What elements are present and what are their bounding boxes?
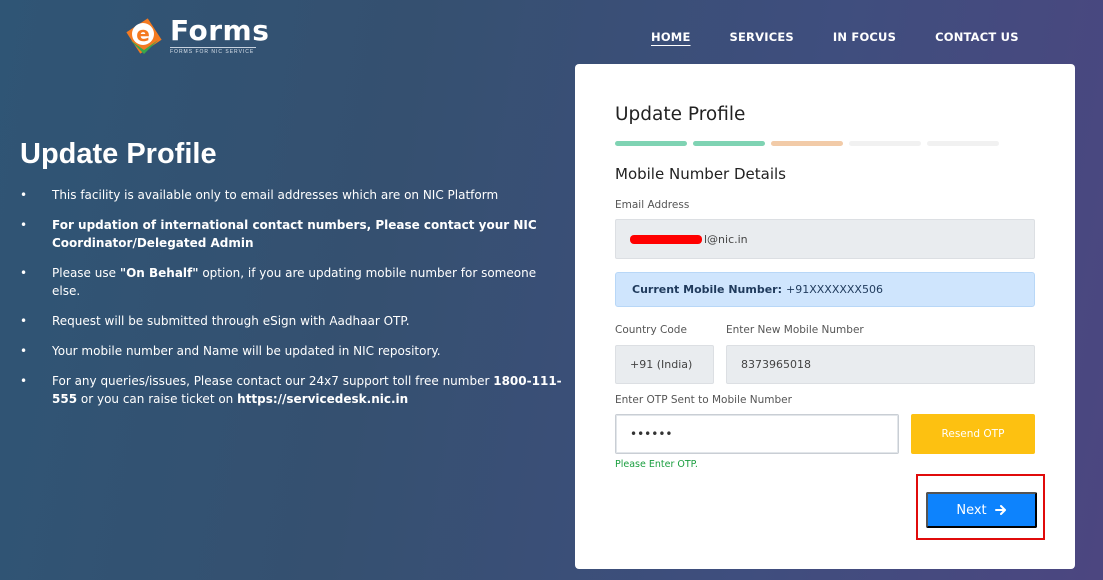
redaction-mark: [630, 234, 702, 244]
info-item: For any queries/issues, Please contact o…: [20, 372, 565, 408]
step-progress: [615, 141, 1005, 146]
info-list: This facility is available only to email…: [20, 186, 565, 420]
new-mobile-label: Enter New Mobile Number: [726, 324, 864, 336]
eforms-logo[interactable]: e Forms FORMS FOR NIC SERVICE: [122, 14, 269, 58]
info-title: Update Profile: [20, 138, 217, 170]
nav-contact-us[interactable]: CONTACT US: [935, 30, 1019, 44]
email-label: Email Address: [615, 199, 690, 211]
current-mobile-label: Current Mobile Number:: [632, 283, 782, 296]
email-value: l@nic.in: [704, 232, 748, 246]
nav-services[interactable]: SERVICES: [730, 30, 794, 44]
country-code-field: +91 (India): [615, 345, 714, 384]
otp-hint: Please Enter OTP.: [615, 459, 698, 470]
nav-home[interactable]: HOME: [651, 30, 691, 44]
progress-step: [927, 141, 999, 146]
current-mobile-value: +91XXXXXXX506: [786, 283, 883, 296]
otp-label: Enter OTP Sent to Mobile Number: [615, 394, 792, 406]
country-code-label: Country Code: [615, 324, 687, 336]
email-field: l@nic.in: [615, 219, 1035, 259]
brand-subtitle: FORMS FOR NIC SERVICE: [170, 47, 256, 55]
arrow-right-icon: [994, 505, 1006, 515]
next-highlight-box: Next: [916, 474, 1045, 540]
main-nav: HOME SERVICES IN FOCUS CONTACT US: [651, 30, 1058, 44]
update-profile-card: Update Profile Mobile Number Details Ema…: [575, 64, 1075, 569]
info-item: Your mobile number and Name will be upda…: [20, 342, 565, 360]
otp-input[interactable]: ••••••: [615, 414, 899, 454]
eforms-logo-icon: e: [122, 14, 166, 58]
progress-step: [693, 141, 765, 146]
resend-otp-button[interactable]: Resend OTP: [911, 414, 1035, 454]
progress-step: [615, 141, 687, 146]
progress-step: [771, 141, 843, 146]
progress-step: [849, 141, 921, 146]
next-label: Next: [956, 502, 987, 518]
info-item: For updation of international contact nu…: [20, 216, 565, 252]
card-title: Update Profile: [615, 104, 746, 125]
info-item: Request will be submitted through eSign …: [20, 312, 565, 330]
section-title: Mobile Number Details: [615, 165, 786, 183]
info-item: Please use "On Behalf" option, if you ar…: [20, 264, 565, 300]
current-mobile-info: Current Mobile Number: +91XXXXXXX506: [615, 272, 1035, 307]
next-button[interactable]: Next: [926, 492, 1037, 528]
servicedesk-link[interactable]: https://servicedesk.nic.in: [237, 392, 408, 406]
nav-in-focus[interactable]: IN FOCUS: [833, 30, 896, 44]
new-mobile-field: 8373965018: [726, 345, 1035, 384]
logo-letter: e: [136, 22, 150, 46]
info-item: This facility is available only to email…: [20, 186, 565, 204]
brand-title: Forms: [170, 14, 270, 47]
